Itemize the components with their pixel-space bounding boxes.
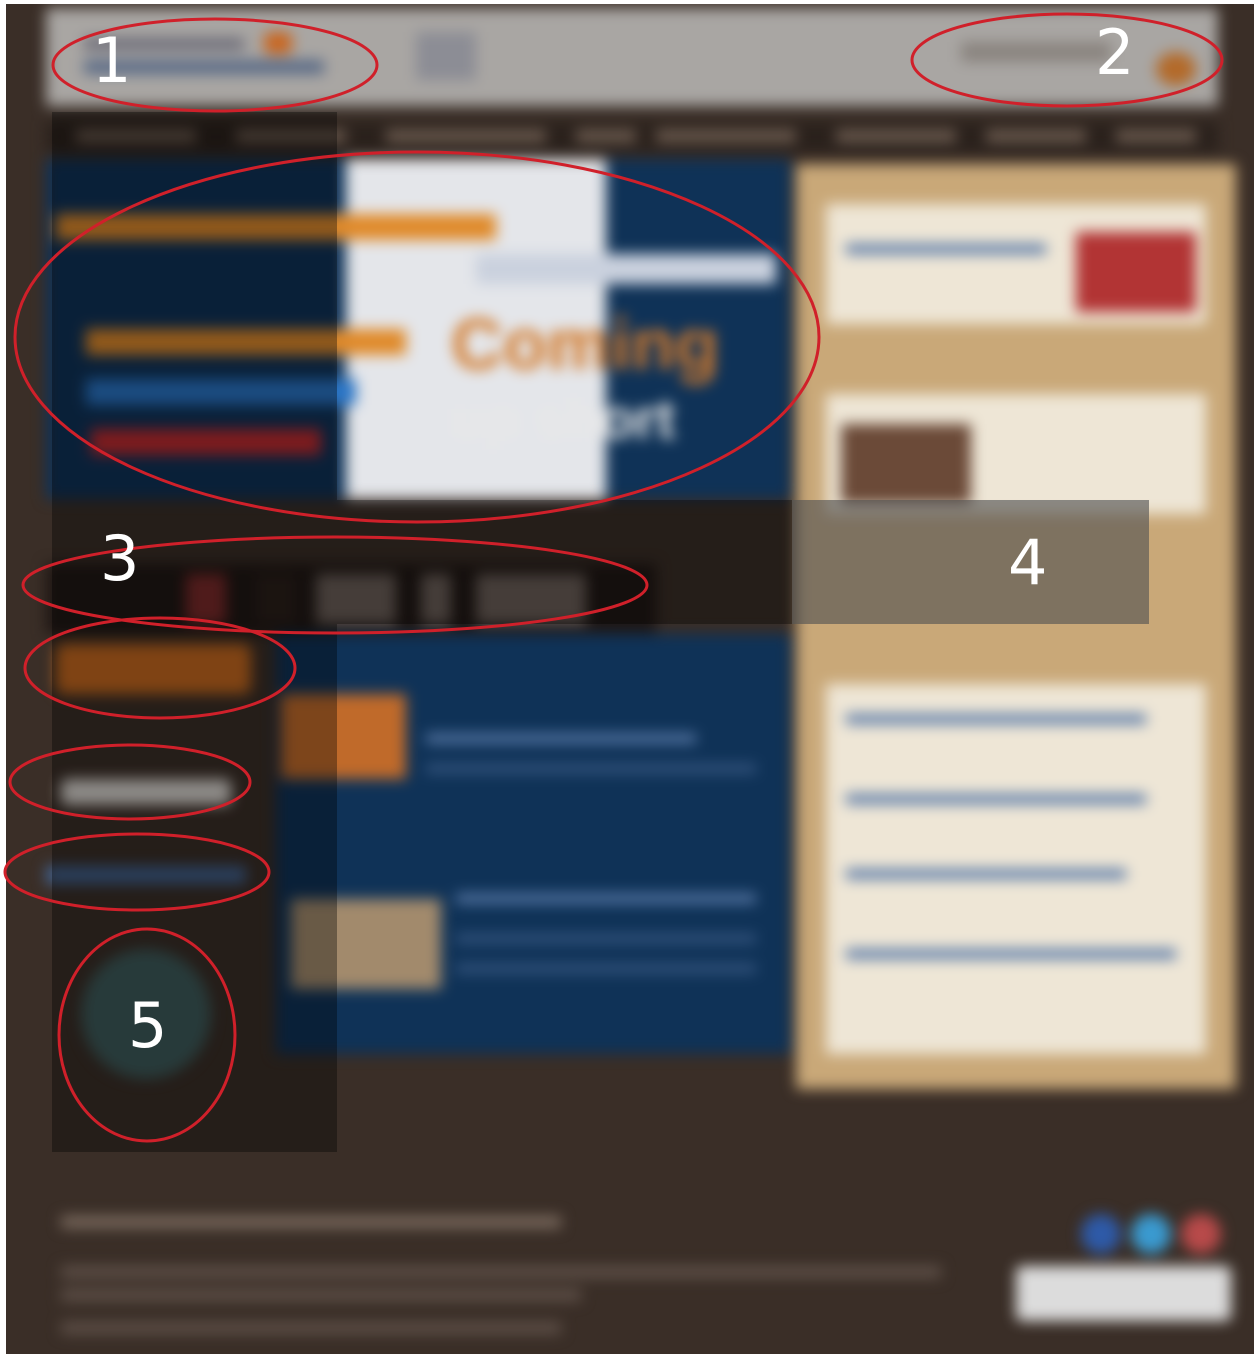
- annotation-number-5: 5: [128, 989, 168, 1062]
- annotation-number-4: 4: [1008, 526, 1048, 599]
- annotation-ellipse-button: [23, 616, 297, 720]
- annotation-ellipse-search: [8, 743, 252, 821]
- annotation-number-3: 3: [100, 522, 140, 595]
- annotation-number-2: 2: [1095, 16, 1135, 89]
- annotation-ellipse-link: [3, 832, 271, 912]
- annotation-ellipse-2: [910, 12, 1224, 108]
- annotation-number-1: 1: [92, 24, 132, 97]
- annotation-layer: [3, 12, 1224, 1143]
- annotation-ellipse-hero: [13, 150, 821, 524]
